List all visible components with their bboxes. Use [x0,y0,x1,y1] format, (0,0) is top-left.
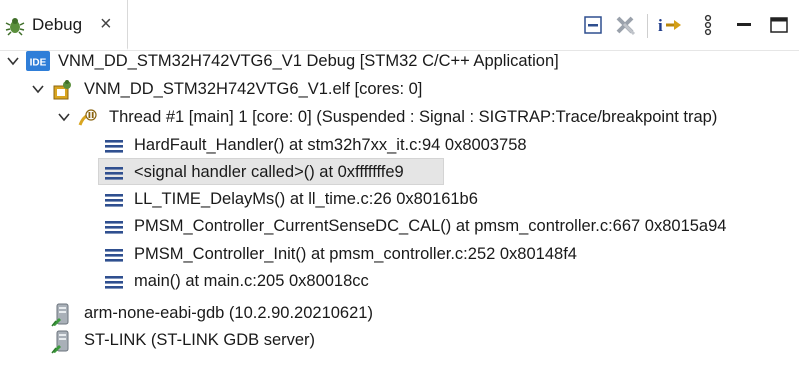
remove-all-terminated-icon[interactable] [614,14,636,36]
stack-frame-icon [103,244,125,266]
tree-item-gdb-process[interactable]: arm-none-eabi-gdb (10.2.90.20210621) [0,300,799,328]
tree-item-label: Thread #1 [main] 1 [core: 0] (Suspended … [109,108,718,126]
maximize-icon[interactable] [768,14,790,36]
collapse-all-icon[interactable] [582,14,604,36]
stack-frame-row[interactable]: PMSM_Controller_CurrentSenseDC_CAL() at … [0,213,799,241]
stack-frame-label: <signal handler called>() at 0xfffffffe9 [134,163,404,181]
tree-item-label: VNM_DD_STM32H742VTG6_V1 Debug [STM32 C/C… [58,52,559,70]
stack-frame-label: LL_TIME_DelayMs() at ll_time.c:26 0x8016… [134,190,478,208]
suspended-thread-icon [77,107,99,129]
svg-text:i: i [658,16,663,35]
process-icon [50,330,72,354]
minimize-icon[interactable] [733,14,755,36]
tree-item-launch[interactable]: IDE VNM_DD_STM32H742VTG6_V1 Debug [STM32… [0,48,799,76]
stack-frame-row[interactable]: LL_TIME_DelayMs() at ll_time.c:26 0x8016… [0,186,799,214]
chevron-down-icon[interactable] [57,110,71,124]
debug-target-icon [52,79,74,101]
stack-frame-icon [103,189,125,211]
chevron-down-icon[interactable] [31,82,45,96]
stack-frame-icon [103,216,125,238]
tab-label: Debug [32,15,83,34]
stack-frame-label: main() at main.c:205 0x80018cc [134,272,369,290]
stack-frame-icon [103,162,125,184]
process-icon [50,303,72,327]
close-icon[interactable]: × [100,14,112,34]
debug-bug-icon [5,16,25,36]
stack-frame-icon [103,271,125,293]
tree-item-label: VNM_DD_STM32H742VTG6_V1.elf [cores: 0] [84,80,423,98]
debug-view-header: Debug × i [0,0,799,51]
tree-item-elf[interactable]: VNM_DD_STM32H742VTG6_V1.elf [cores: 0] [0,76,799,104]
tree-item-stlink-process[interactable]: ST-LINK (ST-LINK GDB server) [0,327,799,355]
stack-frame-label: HardFault_Handler() at stm32h7xx_it.c:94… [134,136,527,154]
stack-frame-row[interactable]: main() at main.c:205 0x80018cc [0,268,799,296]
tab-debug[interactable]: Debug × [0,0,128,50]
svg-text:IDE: IDE [30,58,47,69]
stack-frame-row[interactable]: HardFault_Handler() at stm32h7xx_it.c:94… [0,132,799,160]
stack-frame-row-selected[interactable]: <signal handler called>() at 0xfffffffe9 [0,159,799,187]
toolbar-separator [647,14,648,38]
chevron-down-icon[interactable] [6,54,20,68]
stack-frame-row[interactable]: PMSM_Controller_Init() at pmsm_controlle… [0,241,799,269]
ide-launch-icon: IDE [26,50,50,72]
stack-frame-icon [103,135,125,157]
stack-frame-label: PMSM_Controller_Init() at pmsm_controlle… [134,245,577,263]
tree-item-label: ST-LINK (ST-LINK GDB server) [84,331,316,349]
tree-item-label: arm-none-eabi-gdb (10.2.90.20210621) [84,304,373,322]
step-into-icon[interactable]: i [657,14,681,36]
tree-item-thread[interactable]: Thread #1 [main] 1 [core: 0] (Suspended … [0,104,799,132]
stack-frame-label: PMSM_Controller_CurrentSenseDC_CAL() at … [134,217,727,235]
view-menu-icon[interactable] [697,14,719,36]
